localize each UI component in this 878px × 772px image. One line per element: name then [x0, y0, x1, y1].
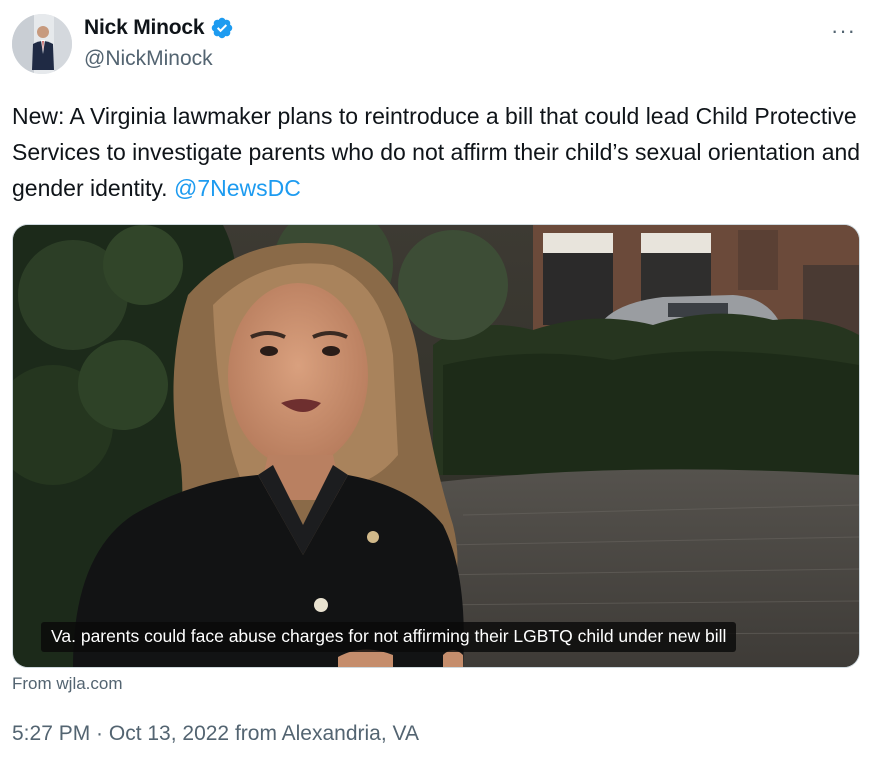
author-row: Nick Minock: [84, 16, 234, 40]
tweet-body: New: A Virginia lawmaker plans to reintr…: [12, 103, 861, 201]
more-options-icon[interactable]: ···: [831, 18, 856, 44]
tweet-text: New: A Virginia lawmaker plans to reintr…: [12, 98, 864, 206]
display-name[interactable]: Nick Minock: [84, 16, 205, 40]
verified-badge-icon: [212, 17, 233, 39]
mention-link[interactable]: @7NewsDC: [174, 175, 301, 201]
link-card-media[interactable]: Va. parents could face abuse charges for…: [12, 224, 860, 668]
avatar-image: [12, 14, 72, 74]
tweet-meta: 5:27 PM · Oct 13, 2022 from Alexandria, …: [12, 722, 419, 746]
location-text: from Alexandria, VA: [229, 722, 419, 745]
link-source[interactable]: From wjla.com: [12, 674, 123, 694]
video-thumbnail-image: [13, 225, 859, 667]
avatar[interactable]: [12, 14, 72, 74]
video-caption: Va. parents could face abuse charges for…: [41, 622, 737, 652]
timestamp-link[interactable]: 5:27 PM · Oct 13, 2022: [12, 722, 229, 745]
tweet: Nick Minock @NickMinock ··· New: A Virgi…: [0, 0, 878, 772]
author-handle[interactable]: @NickMinock: [84, 47, 213, 71]
